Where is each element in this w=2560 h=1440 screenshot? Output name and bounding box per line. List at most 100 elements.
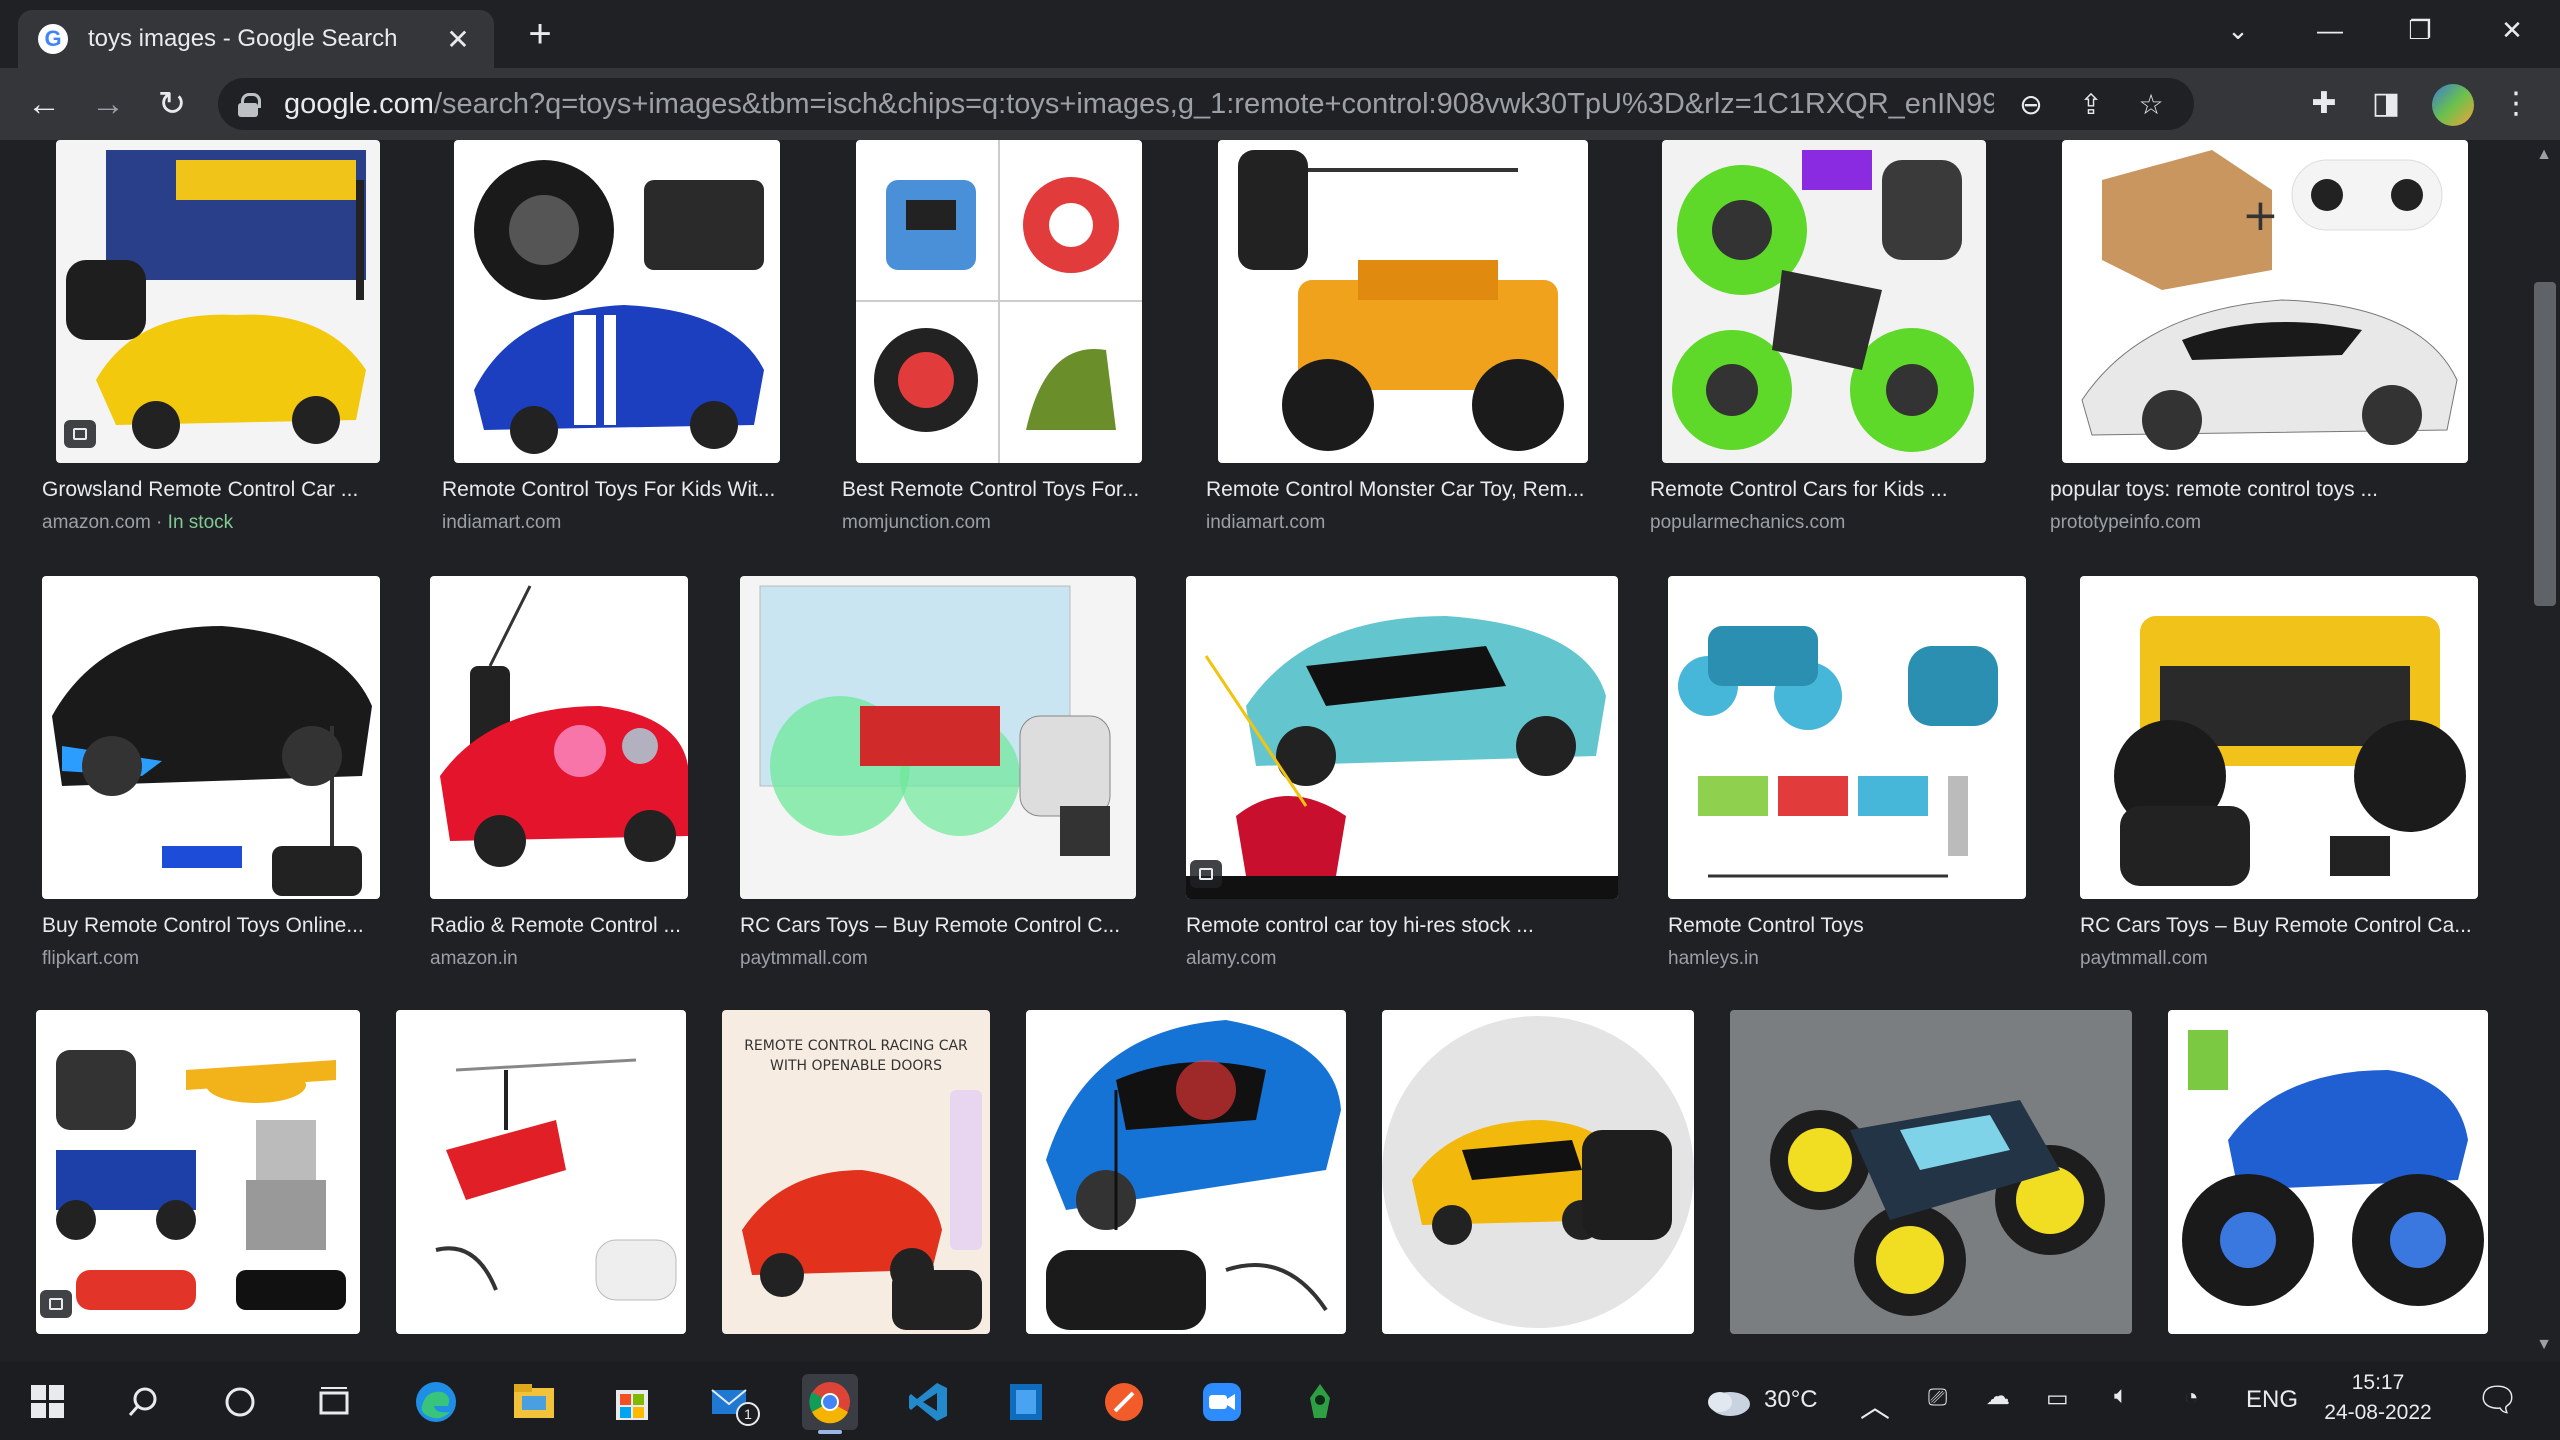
result-title[interactable]: Remote Control Monster Car Toy, Rem...	[1206, 478, 1585, 502]
tab-search-chevron-icon[interactable]: ⌄	[2208, 10, 2268, 50]
cortana-circle-icon[interactable]	[212, 1374, 268, 1430]
zoom-meetings-icon[interactable]	[1194, 1374, 1250, 1430]
result-thumbnail[interactable]	[2168, 1010, 2488, 1334]
result-thumbnail[interactable]	[1382, 1010, 1694, 1334]
close-window-button[interactable]: ✕	[2482, 10, 2542, 50]
result-thumbnail[interactable]	[1662, 140, 1986, 463]
result-title[interactable]: Buy Remote Control Toys Online...	[42, 914, 364, 938]
volume-icon[interactable]: 🔈︎	[2114, 1382, 2128, 1410]
result-title[interactable]: Best Remote Control Toys For...	[842, 478, 1139, 502]
chrome-menu-icon[interactable]: ⋮	[2494, 82, 2538, 126]
share-icon[interactable]: ⇪	[2068, 88, 2114, 121]
zoom-icon[interactable]: ⊖	[2008, 88, 2054, 121]
result-source[interactable]: paytmmall.com	[2080, 948, 2208, 970]
address-bar[interactable]: google.com/search?q=toys+images&tbm=isch…	[218, 78, 2194, 130]
side-panel-icon[interactable]: ◨	[2364, 82, 2408, 126]
result-thumbnail[interactable]	[856, 140, 1142, 463]
lock-icon[interactable]	[238, 93, 261, 117]
result-thumbnail[interactable]	[1730, 1010, 2132, 1334]
result-title[interactable]: RC Cars Toys – Buy Remote Control Ca...	[2080, 914, 2472, 938]
scroll-up-arrow-icon[interactable]: ▲	[2536, 146, 2552, 164]
chrome-icon[interactable]	[802, 1374, 858, 1434]
tab-strip: G toys images - Google Search ✕ + ⌄ — ❐ …	[0, 0, 2560, 68]
back-arrow-icon[interactable]: ←	[22, 82, 66, 126]
result-thumbnail[interactable]	[36, 1010, 360, 1334]
mail-badge: 1	[736, 1402, 760, 1426]
result-thumbnail[interactable]	[1668, 576, 2026, 899]
weather-cloud-icon[interactable]	[1700, 1374, 1756, 1430]
result-thumbnail[interactable]	[42, 576, 380, 899]
green-app-icon[interactable]	[1292, 1374, 1348, 1430]
result-source[interactable]: amazon.com · In stock	[42, 512, 233, 534]
thumbnail-caption-line2: WITH OPENABLE DOORS	[770, 1058, 942, 1074]
result-thumbnail[interactable]: +	[2062, 140, 2468, 463]
result-title[interactable]: Remote Control Cars for Kids ...	[1650, 478, 1948, 502]
meet-now-icon[interactable]: ⎚	[1928, 1384, 1947, 1412]
result-source[interactable]: hamleys.in	[1668, 948, 1759, 970]
result-thumbnail[interactable]	[454, 140, 780, 463]
url-text[interactable]: google.com/search?q=toys+images&tbm=isch…	[284, 88, 1994, 121]
search-icon[interactable]	[116, 1374, 172, 1430]
tray-chevron-up-icon[interactable]: ︿	[1860, 1382, 1890, 1426]
result-source[interactable]: popularmechanics.com	[1650, 512, 1845, 534]
edge-browser-icon[interactable]	[408, 1374, 464, 1430]
wifi-icon[interactable]: ◔	[2184, 1384, 2199, 1412]
result-title[interactable]: popular toys: remote control toys ...	[2050, 478, 2378, 502]
result-title[interactable]: Growsland Remote Control Car ...	[42, 478, 358, 502]
result-source[interactable]: amazon.in	[430, 948, 518, 970]
minimize-button[interactable]: —	[2300, 10, 2360, 50]
result-thumbnail[interactable]	[740, 576, 1136, 899]
result-title[interactable]: Remote Control Toys	[1668, 914, 1864, 938]
vscode-icon[interactable]	[900, 1374, 956, 1430]
scrollbar-thumb[interactable]	[2534, 282, 2556, 606]
result-source[interactable]: momjunction.com	[842, 512, 991, 534]
bookmark-star-icon[interactable]: ☆	[2128, 88, 2174, 121]
profile-avatar[interactable]	[2432, 84, 2474, 126]
browser-toolbar: ← → ↻ google.com/search?q=toys+images&tb…	[0, 68, 2560, 140]
result-source[interactable]: flipkart.com	[42, 948, 139, 970]
tab-title: toys images - Google Search	[88, 25, 398, 52]
result-thumbnail[interactable]	[56, 140, 380, 463]
blue-app-icon[interactable]	[998, 1374, 1054, 1430]
tab-google-search[interactable]: G toys images - Google Search ✕	[18, 10, 494, 68]
language-indicator[interactable]: ENG	[2246, 1386, 2298, 1414]
restore-button[interactable]: ❐	[2390, 10, 2450, 50]
extensions-puzzle-icon[interactable]: ✚	[2302, 82, 2346, 126]
result-thumbnail[interactable]	[1186, 576, 1618, 899]
result-source[interactable]: prototypeinfo.com	[2050, 512, 2201, 534]
battery-icon[interactable]: ▭	[2046, 1384, 2069, 1413]
result-title[interactable]: Remote Control Toys For Kids Wit...	[442, 478, 775, 502]
result-title[interactable]: Remote control car toy hi-res stock ...	[1186, 914, 1534, 938]
result-thumbnail[interactable]	[2080, 576, 2478, 899]
result-thumbnail[interactable]	[1218, 140, 1588, 463]
task-view-icon[interactable]	[306, 1374, 362, 1430]
new-tab-button[interactable]: +	[518, 14, 562, 54]
tab-close-icon[interactable]: ✕	[442, 23, 474, 56]
result-source[interactable]: indiamart.com	[442, 512, 561, 534]
reload-icon[interactable]: ↻	[150, 82, 194, 126]
page-scrollbar[interactable]: ▲ ▼	[2528, 140, 2560, 1362]
scroll-down-arrow-icon[interactable]: ▼	[2536, 1336, 2552, 1354]
result-source[interactable]: alamy.com	[1186, 948, 1276, 970]
pen-app-icon[interactable]	[1096, 1374, 1152, 1430]
google-favicon-icon: G	[38, 24, 68, 54]
result-source[interactable]: indiamart.com	[1206, 512, 1325, 534]
result-source[interactable]: paytmmall.com	[740, 948, 868, 970]
notifications-icon[interactable]: 🗨︎	[2476, 1380, 2519, 1420]
forward-arrow-icon[interactable]: →	[86, 82, 130, 126]
microsoft-store-icon[interactable]	[604, 1374, 660, 1430]
result-title[interactable]: RC Cars Toys – Buy Remote Control C...	[740, 914, 1120, 938]
result-title[interactable]: Radio & Remote Control ...	[430, 914, 681, 938]
result-thumbnail[interactable]	[396, 1010, 686, 1334]
mail-icon[interactable]: 1	[704, 1374, 760, 1430]
clock[interactable]: 15:17 24-08-2022	[2318, 1368, 2438, 1428]
result-thumbnail[interactable]: REMOTE CONTROL RACING CAR WITH OPENABLE …	[722, 1010, 990, 1334]
weather-temperature[interactable]: 30°C	[1764, 1386, 1818, 1414]
onedrive-cloud-icon[interactable]: ☁	[1986, 1382, 2010, 1411]
result-thumbnail[interactable]	[430, 576, 688, 899]
windows-start-icon[interactable]	[20, 1374, 76, 1430]
image-results-grid: Growsland Remote Control Car ... amazon.…	[0, 140, 2528, 1362]
result-thumbnail[interactable]	[1026, 1010, 1346, 1334]
tag-icon	[64, 420, 96, 448]
file-explorer-icon[interactable]	[506, 1374, 562, 1430]
